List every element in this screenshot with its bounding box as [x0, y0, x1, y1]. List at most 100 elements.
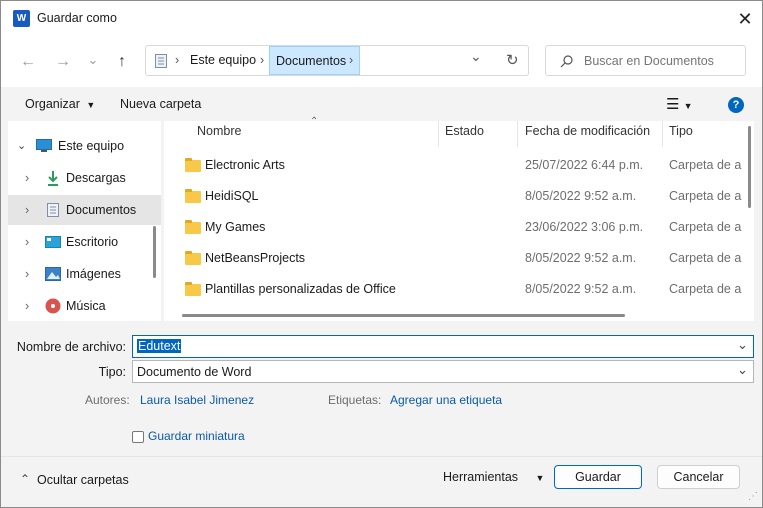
chevron-up-icon[interactable]: ⌃: [20, 472, 30, 486]
address-bar[interactable]: › Este equipo › Documentos › ⌄ ↻: [145, 45, 529, 76]
cancel-button[interactable]: Cancelar: [657, 465, 740, 489]
row-name: Electronic Arts: [205, 158, 285, 172]
hide-folders-button[interactable]: Ocultar carpetas: [37, 473, 129, 487]
forward-arrow-icon[interactable]: →: [49, 48, 77, 76]
column-divider[interactable]: [662, 121, 663, 147]
sidebar-item-documentos[interactable]: › Documentos: [8, 195, 161, 225]
new-folder-button[interactable]: Nueva carpeta: [120, 97, 201, 111]
row-name: My Games: [205, 220, 266, 234]
chevron-right-icon: ›: [25, 299, 30, 313]
file-type-select[interactable]: Documento de Word ⌄: [132, 360, 754, 383]
search-box[interactable]: [545, 45, 746, 76]
row-name: NetBeansProjects: [205, 251, 306, 265]
folder-icon: [185, 251, 201, 265]
breadcrumb-separator-icon: ›: [175, 53, 180, 67]
sidebar-item-label: Música: [66, 299, 106, 313]
row-date: 23/06/2022 3:06 p.m.: [525, 220, 644, 234]
sidebar-item-label: Escritorio: [66, 235, 119, 249]
filename-label: Nombre de archivo:: [16, 340, 126, 354]
authors-value[interactable]: Laura Isabel Jimenez: [140, 393, 254, 407]
download-icon: [48, 171, 58, 186]
resize-grip-icon[interactable]: ⋰: [748, 491, 758, 502]
table-row[interactable]: My Games 23/06/2022 3:06 p.m. Carpeta de…: [164, 213, 742, 243]
type-label: Tipo:: [98, 365, 126, 379]
view-options-icon[interactable]: ☰ ▼: [666, 95, 693, 113]
chevron-down-icon[interactable]: ⌄: [737, 337, 748, 353]
row-date: 8/05/2022 9:52 a.m.: [525, 282, 637, 296]
command-bar: [1, 87, 762, 121]
breadcrumb-separator-icon: ›: [349, 53, 354, 67]
sidebar-item-imagenes[interactable]: › Imágenes: [8, 259, 161, 289]
horizontal-scrollbar[interactable]: [182, 314, 625, 317]
tags-value[interactable]: Agregar una etiqueta: [390, 393, 502, 407]
tools-button[interactable]: Herramientas ▼: [443, 470, 544, 484]
filename-value: Edutext: [137, 339, 182, 353]
chevron-right-icon: ›: [25, 203, 30, 217]
row-type: Carpeta de arc: [669, 189, 742, 203]
folder-icon: [185, 220, 201, 234]
row-date: 25/07/2022 6:44 p.m.: [525, 158, 644, 172]
row-type: Carpeta de arc: [669, 251, 742, 265]
column-divider[interactable]: [517, 121, 518, 147]
thumbnail-checkbox[interactable]: [132, 431, 144, 443]
sidebar-item-label: Imágenes: [66, 267, 121, 281]
sidebar-item-label: Descargas: [66, 171, 126, 185]
row-date: 8/05/2022 9:52 a.m.: [525, 251, 637, 265]
thumbnail-label[interactable]: Guardar miniatura: [148, 429, 245, 443]
help-icon[interactable]: ?: [728, 97, 744, 113]
column-divider[interactable]: [438, 121, 439, 147]
recent-locations-chevron-icon[interactable]: ⌄: [79, 46, 107, 74]
window-title: Guardar como: [37, 11, 117, 25]
breadcrumb-este-equipo[interactable]: Este equipo: [190, 46, 256, 75]
column-header-name[interactable]: Nombre: [197, 124, 241, 138]
caret-down-icon: ▼: [86, 100, 96, 110]
column-header-date[interactable]: Fecha de modificación: [525, 124, 650, 138]
sidebar-item-label: Documentos: [66, 203, 137, 217]
tools-label: Herramientas: [443, 470, 519, 484]
close-icon[interactable]: ✕: [733, 7, 757, 31]
save-button[interactable]: Guardar: [554, 465, 642, 489]
refresh-icon[interactable]: ↻: [506, 46, 519, 75]
sidebar-item-este-equipo[interactable]: ⌄ Este equipo: [8, 131, 161, 161]
vertical-scrollbar[interactable]: [748, 126, 751, 208]
sidebar-item-descargas[interactable]: › Descargas: [8, 163, 161, 193]
computer-icon: [36, 139, 52, 152]
navigation-pane-scrollbar[interactable]: [153, 226, 156, 278]
table-row[interactable]: NetBeansProjects 8/05/2022 9:52 a.m. Car…: [164, 244, 742, 274]
chevron-right-icon: ›: [25, 235, 30, 249]
chevron-down-icon[interactable]: ⌄: [737, 362, 748, 378]
music-icon: [45, 298, 61, 314]
sidebar-item-escritorio[interactable]: › Escritorio: [8, 227, 161, 257]
authors-label: Autores:: [85, 393, 130, 407]
table-row[interactable]: Electronic Arts 25/07/2022 6:44 p.m. Car…: [164, 151, 742, 181]
table-row[interactable]: HeidiSQL 8/05/2022 9:52 a.m. Carpeta de …: [164, 182, 742, 212]
document-icon: [47, 203, 59, 217]
row-date: 8/05/2022 9:52 a.m.: [525, 189, 637, 203]
sidebar-item-musica[interactable]: › Música: [8, 291, 161, 321]
search-icon: [560, 55, 573, 68]
organize-label: Organizar: [25, 97, 80, 111]
back-arrow-icon[interactable]: ←: [14, 48, 42, 76]
row-type: Carpeta de arc: [669, 158, 742, 172]
breadcrumb-documentos[interactable]: Documentos: [269, 46, 360, 75]
column-header-type[interactable]: Tipo: [669, 124, 693, 138]
file-type-value: Documento de Word: [137, 365, 252, 379]
search-input[interactable]: [582, 51, 744, 71]
word-app-icon: W: [13, 10, 30, 27]
column-header-status[interactable]: Estado: [445, 124, 484, 138]
tags-label: Etiquetas:: [328, 393, 382, 407]
chevron-down-icon: ⌄: [17, 140, 27, 152]
filename-field[interactable]: Edutext ⌄: [132, 335, 754, 358]
row-type: Carpeta de arc: [669, 220, 742, 234]
desktop-icon: [45, 236, 61, 248]
folder-icon: [185, 282, 201, 296]
save-as-dialog: W Guardar como ✕ ← → ⌄ ↑ › Este equipo ›…: [0, 0, 763, 508]
table-row[interactable]: Plantillas personalizadas de Office 8/05…: [164, 275, 742, 305]
organize-button[interactable]: Organizar ▼: [25, 97, 95, 111]
folder-icon: [185, 189, 201, 203]
address-dropdown-icon[interactable]: ⌄: [470, 42, 482, 71]
up-arrow-icon[interactable]: ↑: [108, 48, 136, 76]
footer-divider: [1, 456, 762, 457]
caret-down-icon: ▼: [535, 473, 545, 483]
sort-ascending-icon: ⌃: [310, 116, 319, 127]
